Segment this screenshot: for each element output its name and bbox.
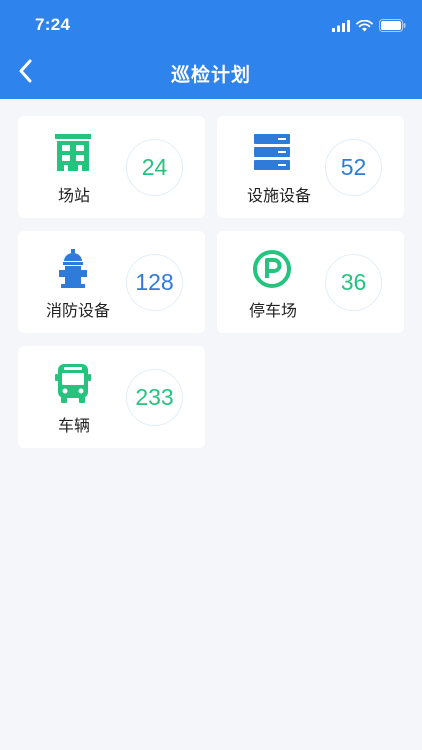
status-time: 7:24 bbox=[35, 15, 71, 34]
status-icons bbox=[332, 17, 406, 36]
count-badge: 128 bbox=[126, 254, 183, 311]
parking-icon bbox=[251, 249, 293, 291]
server-icon bbox=[251, 134, 293, 176]
card-label: 车辆 bbox=[57, 416, 90, 435]
card-facility-equipment[interactable]: 设施设备 52 bbox=[217, 116, 404, 218]
fire-hydrant-icon bbox=[52, 249, 94, 291]
card-vehicle[interactable]: 车辆 233 bbox=[18, 346, 205, 448]
wifi-icon bbox=[356, 17, 373, 36]
card-fire-equipment[interactable]: 消防设备 128 bbox=[18, 231, 205, 333]
battery-icon bbox=[379, 17, 406, 36]
card-parking-lot[interactable]: 停车场 36 bbox=[217, 231, 404, 333]
card-station[interactable]: 场站 24 bbox=[18, 116, 205, 218]
nav-bar: 巡检计划 bbox=[0, 50, 422, 99]
card-label: 场站 bbox=[57, 186, 90, 205]
page-title: 巡检计划 bbox=[170, 64, 251, 86]
count-badge: 233 bbox=[126, 369, 183, 426]
signal-icon bbox=[332, 17, 350, 36]
card-label: 停车场 bbox=[248, 301, 297, 320]
bus-icon bbox=[52, 364, 94, 406]
status-bar: 7:24 bbox=[0, 0, 422, 44]
count-badge: 24 bbox=[126, 139, 183, 196]
card-label: 消防设备 bbox=[45, 301, 110, 320]
count-badge: 52 bbox=[325, 139, 382, 196]
station-icon bbox=[52, 134, 94, 176]
header-bar: 7:24 巡检计划 bbox=[0, 0, 422, 99]
card-label: 设施设备 bbox=[246, 186, 311, 205]
count-badge: 36 bbox=[325, 254, 382, 311]
